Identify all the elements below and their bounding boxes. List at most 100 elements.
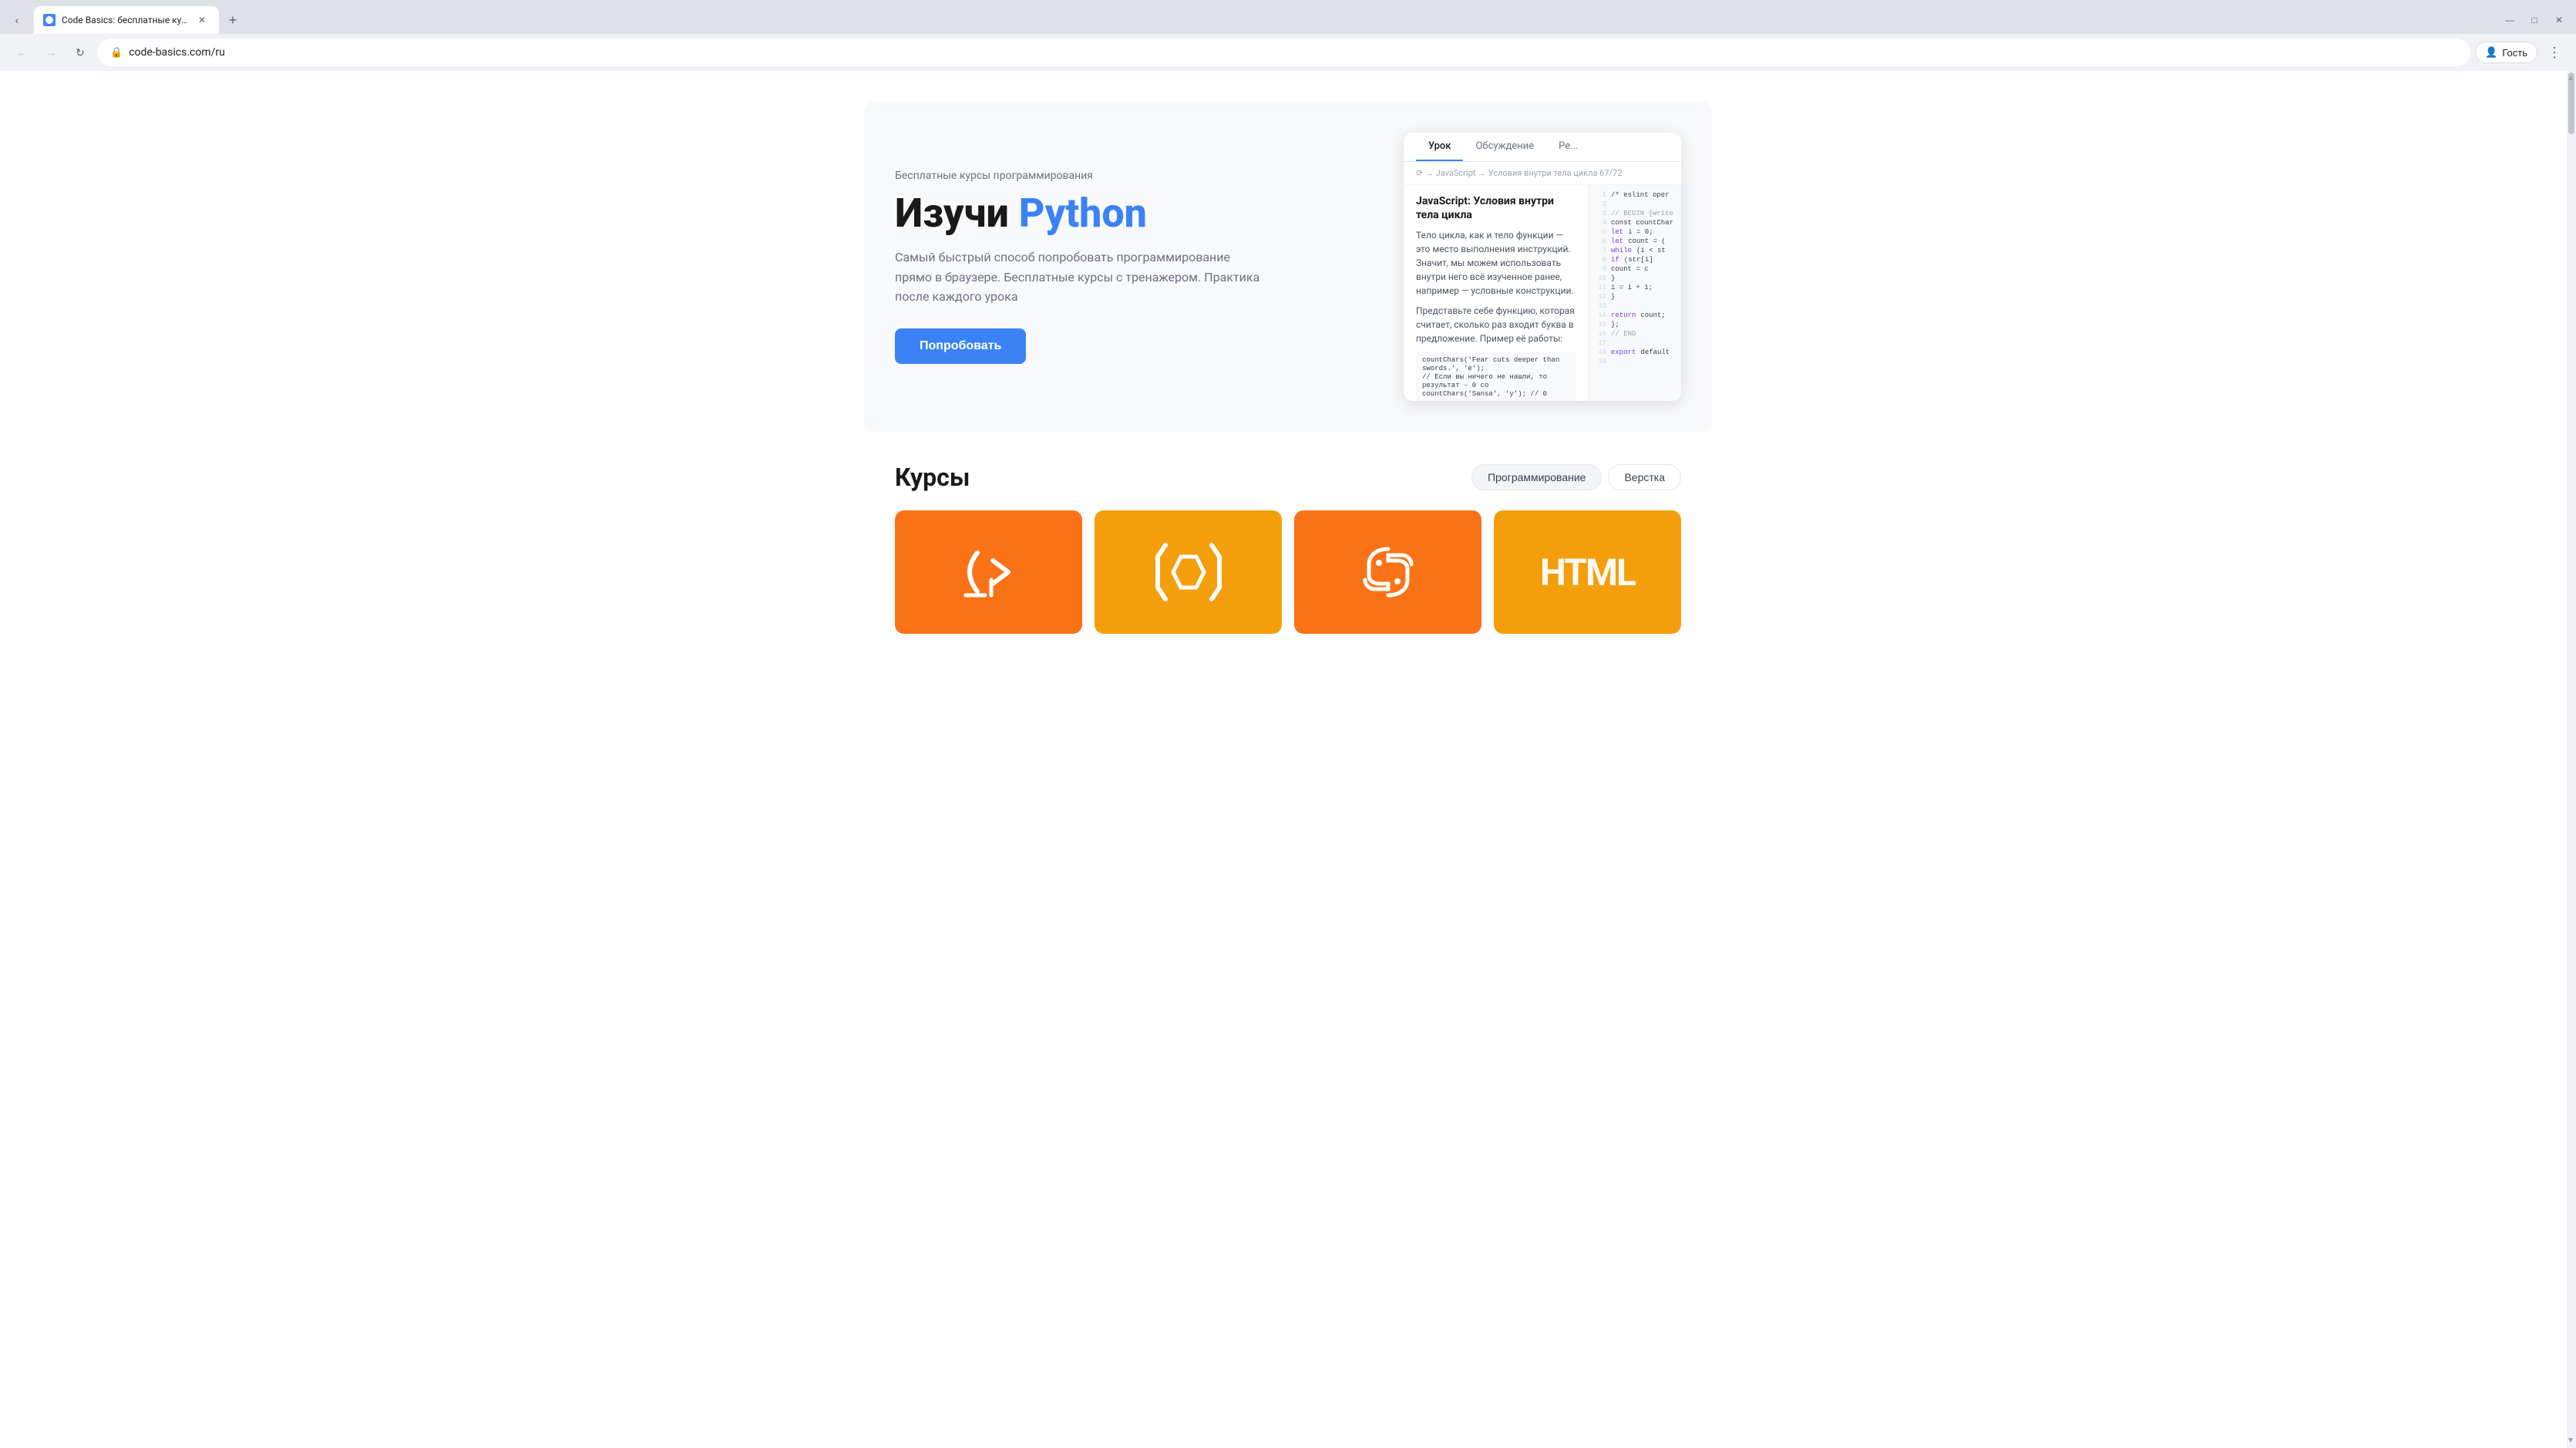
html-icon-text: HTML — [1540, 551, 1635, 594]
preview-body: JavaScript: Условия внутри тела цикла Те… — [1404, 185, 1681, 401]
code-line-11: 11 i = i + 1; — [1596, 284, 1675, 291]
course-card-js[interactable] — [895, 510, 1082, 634]
preview-tab-result[interactable]: Ре... — [1546, 133, 1590, 161]
courses-header: Курсы Программирование Верстка — [895, 463, 1681, 492]
code-comment: // BEGIN {write — [1611, 210, 1673, 217]
code-text: }; — [1611, 321, 1619, 328]
window-controls: — □ ✕ — [2499, 9, 2570, 31]
python-icon — [1350, 534, 1427, 611]
code-text: (str[i] — [1624, 256, 1653, 264]
code-line-6: 6 let count = ( — [1596, 237, 1675, 245]
hero-title-part1: Изучи — [895, 190, 1019, 237]
course-card-brackets[interactable] — [1095, 510, 1282, 634]
line-num: 8 — [1596, 256, 1606, 264]
code-line-16: 16 // END — [1596, 330, 1675, 338]
code-line-5: 5 let i = 0; — [1596, 228, 1675, 236]
filter-markup[interactable]: Верстка — [1608, 464, 1681, 490]
code-line-19: 19 — [1596, 358, 1675, 365]
code-text: count = ( — [1628, 237, 1666, 245]
code-example-text: countChars('Fear cuts deeper than swords… — [1422, 356, 1564, 398]
code-text: const countChar — [1611, 219, 1673, 227]
code-line-9: 9 count = c — [1596, 265, 1675, 273]
code-text: i = 0; — [1628, 228, 1653, 236]
line-num: 10 — [1596, 274, 1606, 282]
code-line-15: 15 }; — [1596, 321, 1675, 328]
scroll-down-arrow[interactable]: ▼ — [2567, 1436, 2574, 1445]
filter-programming[interactable]: Программирование — [1471, 464, 1602, 490]
courses-section: Курсы Программирование Верстка — [864, 463, 1712, 634]
tab-close-button[interactable]: ✕ — [194, 12, 210, 28]
code-line-12: 12 } — [1596, 293, 1675, 301]
hero-title: Изучи Python — [895, 191, 1373, 235]
course-card-html[interactable]: HTML — [1494, 510, 1681, 634]
line-num: 7 — [1596, 247, 1606, 254]
minimize-button[interactable]: — — [2499, 9, 2521, 31]
reload-icon: ↻ — [76, 46, 85, 59]
line-num: 5 — [1596, 228, 1606, 236]
code-line-4: 4 const countChar — [1596, 219, 1675, 227]
hero-description: Самый быстрый способ попробовать програм… — [895, 248, 1265, 307]
scroll-up-arrow[interactable]: ▲ — [2567, 74, 2574, 83]
code-text: count; — [1640, 311, 1665, 319]
forward-button[interactable]: → — [39, 40, 63, 65]
reload-button[interactable]: ↻ — [68, 40, 92, 65]
code-line-18: 18 export default — [1596, 349, 1675, 356]
hero-title-highlight: Python — [1019, 190, 1147, 237]
profile-icon: 👤 — [2485, 46, 2497, 59]
active-tab[interactable]: Code Basics: бесплатные курс... ✕ — [34, 6, 219, 34]
line-num: 13 — [1596, 302, 1606, 310]
code-keyword: let — [1611, 228, 1623, 236]
code-text: count = c — [1611, 265, 1649, 273]
profile-button[interactable]: 👤 Гость — [2475, 42, 2537, 63]
line-num: 18 — [1596, 349, 1606, 356]
line-num: 4 — [1596, 219, 1606, 227]
code-keyword: if — [1611, 256, 1619, 264]
tab-bar: ‹ Code Basics: бесплатные курс... ✕ + — … — [0, 0, 2576, 34]
tab-back-btn[interactable]: ‹ — [6, 9, 28, 31]
page-content: ▲ ▼ Бесплатные курсы программирования Из… — [0, 71, 2576, 1448]
back-button[interactable]: ← — [9, 40, 34, 65]
security-icon: 🔒 — [110, 47, 123, 59]
line-num: 15 — [1596, 321, 1606, 328]
code-text: /* eslint oper — [1611, 191, 1670, 199]
line-num: 3 — [1596, 210, 1606, 217]
course-card-python[interactable] — [1294, 510, 1481, 634]
code-comment: // END — [1611, 330, 1636, 338]
address-text: code-basics.com/ru — [129, 46, 2457, 59]
preview-tab-discussion[interactable]: Обсуждение — [1463, 133, 1546, 161]
preview-tab-lesson[interactable]: Урок — [1416, 133, 1463, 161]
maximize-button[interactable]: □ — [2524, 9, 2545, 31]
code-line-17: 17 — [1596, 339, 1675, 347]
code-line-1: 1 /* eslint oper — [1596, 191, 1675, 199]
close-button[interactable]: ✕ — [2548, 9, 2570, 31]
address-bar[interactable]: 🔒 code-basics.com/ru — [97, 39, 2470, 66]
line-num: 11 — [1596, 284, 1606, 291]
code-line-2: 2 — [1596, 200, 1675, 208]
hero-subtitle: Бесплатные курсы программирования — [895, 170, 1373, 182]
hero-left: Бесплатные курсы программирования Изучи … — [895, 170, 1373, 364]
code-keyword: return — [1611, 311, 1636, 319]
code-line-7: 7 while (i < st — [1596, 247, 1675, 254]
cta-button[interactable]: Попробовать — [895, 328, 1026, 364]
lesson-text1: Тело цикла, как и тело функции — это мес… — [1416, 228, 1576, 298]
code-line-3: 3 // BEGIN {write — [1596, 210, 1675, 217]
browser-menu-button[interactable]: ⋮ — [2542, 40, 2567, 65]
line-num: 6 — [1596, 237, 1606, 245]
back-icon: ← — [16, 46, 27, 59]
code-text: } — [1611, 293, 1615, 301]
preview-code-panel: 1 /* eslint oper 2 3 // BEGIN {write — [1589, 185, 1681, 401]
courses-title: Курсы — [895, 463, 970, 492]
scrollbar[interactable]: ▲ ▼ — [2567, 71, 2576, 1448]
new-tab-button[interactable]: + — [222, 9, 244, 31]
menu-dots-icon: ⋮ — [2547, 45, 2561, 61]
tab-favicon — [43, 14, 55, 26]
preview-breadcrumb: ⟳ → JavaScript → Условия внутри тела цик… — [1404, 162, 1681, 185]
brackets-icon — [1150, 534, 1227, 611]
preview-tabs: Урок Обсуждение Ре... — [1404, 133, 1681, 162]
hero-section: Бесплатные курсы программирования Изучи … — [864, 102, 1712, 432]
code-text: } — [1611, 274, 1615, 282]
lesson-title: JavaScript: Условия внутри тела цикла — [1416, 194, 1576, 222]
preview-text: JavaScript: Условия внутри тела цикла Те… — [1404, 185, 1589, 401]
line-num: 14 — [1596, 311, 1606, 319]
code-line-14: 14 return count; — [1596, 311, 1675, 319]
